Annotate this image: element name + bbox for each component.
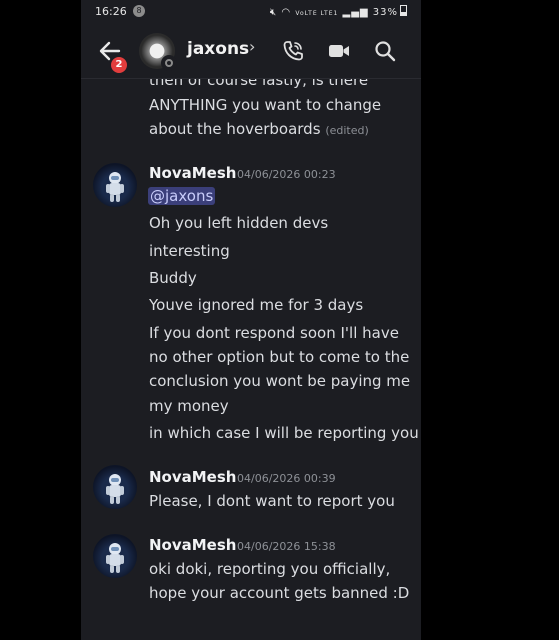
video-call-button[interactable]	[327, 39, 351, 63]
astronaut-icon	[106, 474, 124, 504]
message-author[interactable]: NovaMesh	[149, 468, 236, 486]
signal-icon: ▂▄▆	[342, 7, 369, 18]
message-line: oki doki, reporting you officially,	[149, 560, 391, 578]
search-button[interactable]	[373, 39, 397, 63]
avatar[interactable]	[93, 465, 137, 509]
wifi-icon: ◠	[281, 7, 292, 18]
message-line: conclusion you wont be paying me	[149, 372, 411, 390]
message-text: about the hoverboards	[149, 120, 321, 138]
astronaut-icon	[106, 543, 124, 573]
mute-icon: 🔇︎	[269, 7, 278, 18]
battery-icon	[400, 5, 407, 16]
message-line: about the hoverboards (edited)	[149, 120, 369, 138]
avatar[interactable]	[93, 534, 137, 578]
message-timestamp: 04/06/2026 00:39	[237, 472, 336, 485]
message-line: in which case I will be reporting you	[149, 424, 419, 442]
status-bar: 16:26 8 🔇︎ ◠ VoLTE LTE1 ▂▄▆ 33%	[81, 0, 421, 24]
user-mention[interactable]: @jaxons	[148, 187, 216, 205]
header-avatar[interactable]	[139, 33, 177, 71]
notification-count-badge: 8	[133, 5, 145, 17]
chevron-right-icon[interactable]: ›	[249, 37, 255, 56]
message-line: Buddy	[149, 269, 197, 287]
message-author[interactable]: NovaMesh	[149, 536, 236, 554]
message-line: then of course lastly, is there	[149, 79, 369, 89]
call-button[interactable]	[281, 39, 305, 63]
video-camera-icon	[329, 45, 349, 57]
message-line: Oh you left hidden devs	[149, 214, 329, 232]
avatar[interactable]	[93, 163, 137, 207]
phone-icon	[283, 41, 303, 61]
status-time: 16:26	[95, 5, 127, 18]
message-line: Please, I dont want to report you	[149, 492, 395, 510]
unread-badge: 2	[109, 55, 129, 75]
offline-status-icon	[161, 55, 177, 71]
message-line: Youve ignored me for 3 days	[149, 296, 364, 314]
edited-label: (edited)	[325, 124, 369, 137]
message-line: hope your account gets banned :D	[149, 584, 410, 602]
message-timestamp: 04/06/2026 00:23	[237, 168, 336, 181]
message-author[interactable]: NovaMesh	[149, 164, 236, 182]
message-timestamp: 04/06/2026 15:38	[237, 540, 336, 553]
status-right: 🔇︎ ◠ VoLTE LTE1 ▂▄▆ 33%	[270, 5, 407, 18]
channel-title[interactable]: jaxons	[187, 39, 249, 59]
message-line: my money	[149, 397, 229, 415]
message-list[interactable]: then of course lastly, is there ANYTHING…	[81, 79, 421, 640]
message-line: ANYTHING you want to change	[149, 96, 382, 114]
message-line: no other option but to come to the	[149, 348, 410, 366]
message-line: interesting	[149, 242, 230, 260]
chat-header: 2 jaxons ›	[81, 24, 421, 79]
signal-text: VoLTE LTE1	[295, 10, 339, 17]
search-icon	[375, 41, 396, 62]
astronaut-icon	[106, 172, 124, 202]
phone-screen: 16:26 8 🔇︎ ◠ VoLTE LTE1 ▂▄▆ 33% 2 jaxons…	[81, 0, 421, 640]
message-line: If you dont respond soon I'll have	[149, 324, 399, 342]
battery-text: 33%	[372, 7, 398, 18]
